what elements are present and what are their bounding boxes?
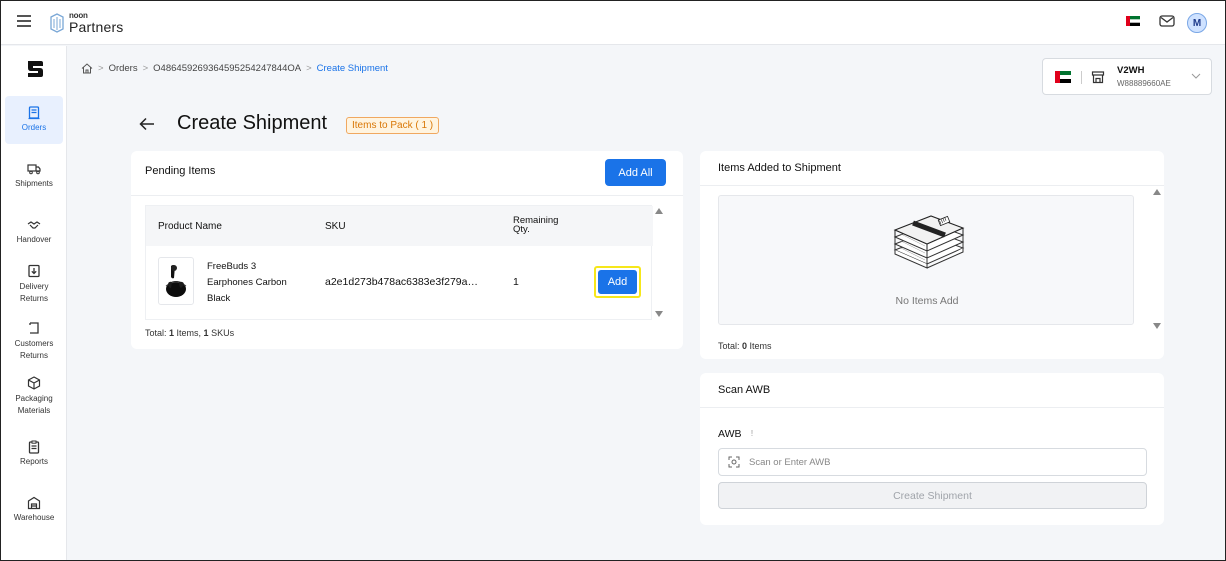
mail-icon[interactable] [1159,15,1175,27]
product-name-line1: FreeBuds 3 [207,261,257,272]
breadcrumb-order-id[interactable]: O486459269364595254247844OA [153,63,301,74]
added-total: Total: 0 Items [718,341,772,351]
breadcrumb-separator: > [98,63,104,74]
awb-label: AWB [718,428,742,440]
pending-items-card: Pending Items Add All Product Name SKU R… [131,151,683,349]
info-icon[interactable]: ! [747,428,757,439]
divider [131,195,683,196]
brand-logo[interactable]: noon Partners [49,10,124,36]
divider [700,407,1164,408]
pending-items-title: Pending Items [145,165,216,177]
sidebar-item-label: Warehouse [13,513,55,522]
noon-logo-icon [50,13,64,33]
store-icon [1091,71,1105,84]
customer-returns-icon [29,322,39,334]
uae-flag-icon [1055,71,1071,83]
column-sku: SKU [325,221,346,232]
table-header: Product Name SKU Remaining Qty. [146,206,653,246]
breadcrumb-separator: > [142,63,149,74]
add-item-button[interactable]: Add [598,270,637,294]
box-icon [27,376,41,390]
package-stack-illustration [893,215,965,269]
warehouse-selector[interactable]: V2WH W88889660AE [1042,58,1212,95]
items-added-card: Items Added to Shipment No Items Add Tot… [700,151,1164,359]
clipboard-icon [28,440,40,454]
sidebar-item-label: Customers Returns [14,339,54,360]
top-bar: noon Partners M [1,1,1225,45]
empty-state-text: No Items Add [895,295,959,307]
divider [700,185,1164,186]
sidebar-item-label: Reports [19,457,48,466]
delivery-returns-icon [28,264,40,278]
sidebar-item-label: Handover [16,235,52,244]
table-row: FreeBuds 3 Earphones Carbon Black a2e1d2… [146,246,653,320]
page-title: Create Shipment [177,112,328,134]
added-total-word: Items [747,341,772,351]
sidebar-item-delivery-returns[interactable]: Delivery Returns [5,264,63,305]
sidebar-item-warehouse[interactable]: Warehouse [5,496,63,522]
pending-items-table: Product Name SKU Remaining Qty. FreeBuds… [145,205,653,320]
home-icon[interactable] [81,63,93,74]
back-arrow-icon[interactable] [139,117,155,131]
truck-icon [27,164,41,175]
user-avatar[interactable]: M [1187,13,1207,33]
sidebar-item-customers-returns[interactable]: Customers Returns [5,321,63,362]
sidebar-item-shipments[interactable]: Shipments [5,162,63,188]
sidebar: Orders Shipments Handover Delivery Retur… [1,46,67,560]
warehouse-code: V2WH [1117,65,1145,76]
chevron-down-icon [1191,73,1201,79]
pending-total-prefix: Total: [145,328,170,338]
breadcrumb-orders[interactable]: Orders [109,63,138,74]
add-all-button[interactable]: Add All [605,159,666,186]
menu-icon[interactable] [17,15,31,27]
pending-total: Total: 1 Items, 1 SKUs [145,328,234,338]
scan-icon[interactable] [728,456,740,468]
sidebar-item-handover[interactable]: Handover [5,218,63,244]
breadcrumb-current: Create Shipment [316,63,388,74]
pending-total-skus-word: SKUs [208,328,235,338]
sidebar-item-reports[interactable]: Reports [5,440,63,466]
uae-flag-icon[interactable] [1126,16,1140,26]
scroll-down-arrow[interactable] [655,311,663,317]
awb-input[interactable] [749,450,1139,474]
sidebar-item-label: Shipments [15,179,53,188]
breadcrumb-separator: > [306,63,312,74]
sidebar-item-label: Orders [21,123,47,132]
scroll-up-arrow[interactable] [655,208,663,214]
column-remaining-line2: Qty. [513,224,530,235]
remaining-qty: 1 [513,276,519,288]
product-image [158,257,194,305]
product-name: FreeBuds 3 Earphones Carbon Black [207,259,299,307]
column-remaining-qty: Remaining Qty. [513,216,558,235]
scroll-up-arrow[interactable] [1153,189,1161,195]
sidebar-item-label: Packaging Materials [15,394,53,415]
column-product-name: Product Name [158,221,222,232]
scroll-down-arrow[interactable] [1153,323,1161,329]
scan-awb-card: Scan AWB AWB ! Create Shipment [700,373,1164,525]
added-total-prefix: Total: [718,341,743,351]
empty-state: No Items Add [718,195,1134,325]
sidebar-item-label: Delivery Returns [19,282,49,303]
divider [1081,71,1082,84]
orders-icon [28,106,40,120]
product-name-line2: Earphones Carbon [207,277,287,288]
sidebar-item-packaging-materials[interactable]: Packaging Materials [5,376,63,417]
warehouse-id: W88889660AE [1117,79,1171,88]
add-button-highlight: Add [594,266,641,298]
partners-logo-icon[interactable] [25,58,45,80]
items-to-pack-badge: Items to Pack ( 1 ) [346,117,440,134]
create-shipment-button[interactable]: Create Shipment [718,482,1147,509]
app-frame: noon Partners M Orders Shipments Handove… [0,0,1226,561]
product-sku: a2e1d273b478ac6383e3f279a… [325,276,478,288]
awb-input-wrapper [718,448,1147,476]
product-name-line3: Black [207,293,231,304]
pending-total-items-word: Items, [174,328,204,338]
items-added-title: Items Added to Shipment [718,162,841,174]
sidebar-item-orders[interactable]: Orders [5,96,63,144]
brand-name: Partners [69,19,124,35]
handshake-icon [27,221,41,229]
scan-awb-title: Scan AWB [718,384,771,396]
warehouse-icon [27,496,41,510]
breadcrumb: > Orders > O486459269364595254247844OA >… [81,63,388,74]
